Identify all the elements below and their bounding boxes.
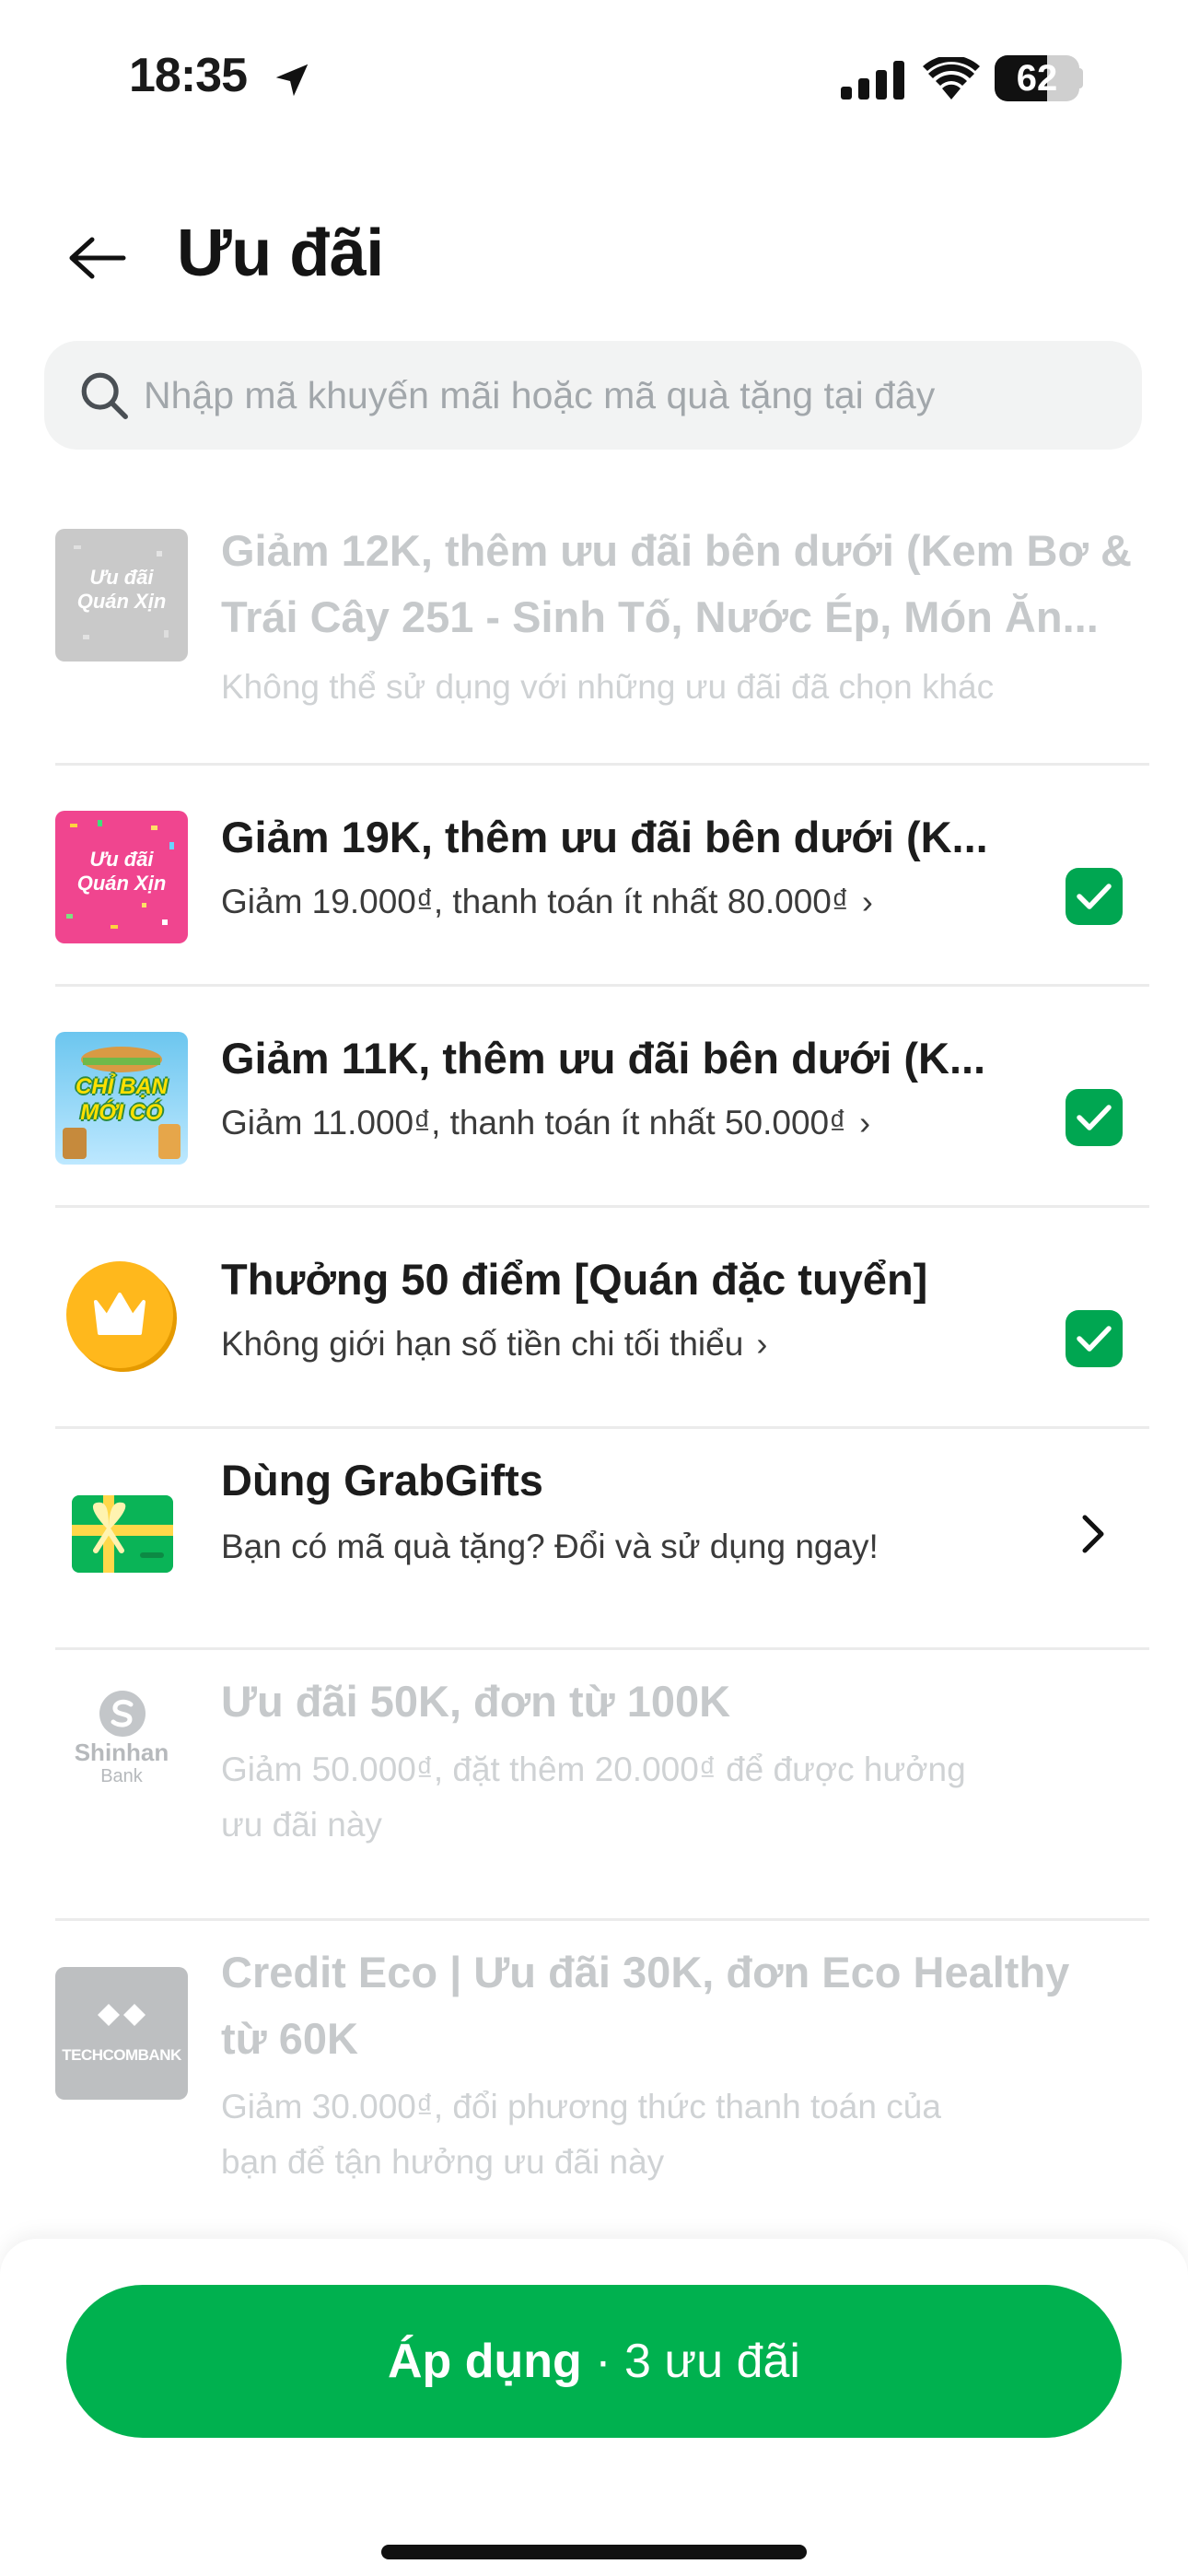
arrow-left-icon bbox=[69, 237, 126, 279]
crown-icon bbox=[66, 1261, 177, 1372]
techcombank-logo: TECHCOMBANK bbox=[55, 1967, 188, 2100]
offer-subtitle-text: Giảm 11.000₫, thanh toán ít nhất 50.000₫ bbox=[221, 1104, 847, 1142]
chevron-right-icon: › bbox=[756, 1325, 768, 1363]
battery-cap bbox=[1076, 68, 1083, 88]
divider bbox=[55, 1647, 1149, 1650]
offer-title: Thưởng 50 điểm [Quán đặc tuyển] bbox=[221, 1255, 928, 1304]
apply-button[interactable]: Áp dụng · 3 ưu đãi bbox=[66, 2285, 1122, 2438]
offer-title: Dùng GrabGifts bbox=[221, 1456, 543, 1505]
thumb-text-line2: Quán Xịn bbox=[76, 590, 167, 613]
offer-subtitle[interactable]: Giảm 19.000₫, thanh toán ít nhất 80.000₫… bbox=[221, 874, 873, 930]
gift-card-icon bbox=[72, 1495, 173, 1573]
bank-name: TECHCOMBANK bbox=[62, 2046, 181, 2064]
thumb-text-line1: Ưu đãi bbox=[89, 848, 154, 871]
thumb-text-line2: Quán Xịn bbox=[76, 872, 167, 895]
check-icon bbox=[1077, 1105, 1112, 1130]
offer-title: Credit Eco | Ưu đãi 30K, đơn Eco Healthy bbox=[221, 1948, 1070, 1996]
location-arrow-icon bbox=[275, 64, 309, 97]
search-icon bbox=[81, 372, 128, 419]
header: Ưu đãi bbox=[0, 203, 1188, 313]
thumb-text-line1: CHỈ BẠN bbox=[76, 1074, 168, 1099]
offer-thumbnail: Ưu đãi Quán Xịn bbox=[55, 811, 188, 943]
wifi-icon bbox=[923, 57, 980, 100]
home-indicator bbox=[381, 2545, 807, 2559]
status-bar: 18:35 62 bbox=[0, 0, 1188, 157]
battery-indicator: 62 bbox=[995, 55, 1079, 101]
offer-title-line2: Trái Cây 251 - Sinh Tố, Nước Ép, Món Ăn.… bbox=[221, 592, 1099, 641]
divider bbox=[55, 1205, 1149, 1208]
divider bbox=[55, 984, 1149, 987]
offer-subtitle: Không thể sử dụng với những ưu đãi đã ch… bbox=[221, 668, 995, 706]
promo-code-input[interactable] bbox=[144, 341, 1120, 450]
apply-separator: · bbox=[581, 2335, 625, 2388]
bottom-action-bar: Áp dụng · 3 ưu đãi bbox=[0, 2239, 1188, 2576]
offer-thumbnail: Ưu đãi Quán Xịn bbox=[55, 529, 188, 662]
offer-checkbox[interactable] bbox=[1066, 1310, 1123, 1367]
check-icon bbox=[1077, 1326, 1112, 1352]
offer-checkbox[interactable] bbox=[1066, 1089, 1123, 1146]
cellular-signal-icon bbox=[841, 61, 904, 100]
battery-percentage: 62 bbox=[1016, 58, 1058, 99]
check-icon bbox=[1077, 884, 1112, 909]
chevron-right-icon: › bbox=[861, 883, 873, 920]
apply-label: Áp dụng bbox=[388, 2335, 582, 2388]
offer-subtitle[interactable]: Không giới hạn số tiền chi tối thiểu › bbox=[221, 1317, 767, 1372]
offer-title: Giảm 12K, thêm ưu đãi bên dưới (Kem Bơ & bbox=[221, 526, 1132, 575]
bank-sub: Bank bbox=[100, 1766, 143, 1786]
divider bbox=[55, 1918, 1149, 1921]
page-title: Ưu đãi bbox=[177, 217, 384, 290]
shinhan-bank-logo: Shinhan Bank bbox=[55, 1689, 188, 1821]
offer-subtitle-text: Không giới hạn số tiền chi tối thiểu bbox=[221, 1325, 744, 1363]
thumb-text-line2: MỚI CÓ bbox=[80, 1100, 163, 1125]
bank-logo-icon bbox=[99, 1691, 146, 1737]
bank-logo-icon bbox=[98, 2004, 146, 2026]
divider bbox=[55, 1426, 1149, 1429]
bank-name: Shinhan bbox=[74, 1739, 169, 1766]
offer-subtitle[interactable]: Giảm 11.000₫, thanh toán ít nhất 50.000₫… bbox=[221, 1095, 870, 1151]
offer-subtitle: Giảm 30.000₫, đổi phương thức thanh toán… bbox=[221, 2088, 941, 2125]
offer-thumbnail: CHỈ BẠN MỚI CÓ bbox=[55, 1032, 188, 1165]
offer-title-line2: từ 60K bbox=[221, 2014, 358, 2063]
chevron-right-icon: › bbox=[859, 1104, 871, 1142]
offer-title: Giảm 19K, thêm ưu đãi bên dưới (K... bbox=[221, 813, 988, 861]
thumb-text-line1: Ưu đãi bbox=[89, 566, 154, 589]
offer-title: Ưu đãi 50K, đơn từ 100K bbox=[221, 1677, 731, 1726]
status-time: 18:35 bbox=[129, 49, 248, 102]
apply-count: 3 ưu đãi bbox=[624, 2335, 800, 2388]
chevron-right-icon bbox=[1082, 1515, 1104, 1553]
back-button[interactable] bbox=[61, 221, 134, 295]
offer-subtitle-text: Giảm 19.000₫, thanh toán ít nhất 80.000₫ bbox=[221, 883, 849, 920]
search-box[interactable] bbox=[44, 341, 1142, 450]
offer-subtitle-line2: bạn để tận hưởng ưu đãi này bbox=[221, 2143, 665, 2181]
offer-subtitle: Giảm 50.000₫, đặt thêm 20.000₫ để được h… bbox=[221, 1751, 966, 1788]
offer-checkbox[interactable] bbox=[1066, 868, 1123, 925]
offer-subtitle-line2: ưu đãi này bbox=[221, 1806, 382, 1844]
divider bbox=[55, 763, 1149, 766]
offer-title: Giảm 11K, thêm ưu đãi bên dưới (K... bbox=[221, 1034, 986, 1083]
offer-subtitle: Bạn có mã quà tặng? Đổi và sử dụng ngay! bbox=[221, 1528, 879, 1565]
